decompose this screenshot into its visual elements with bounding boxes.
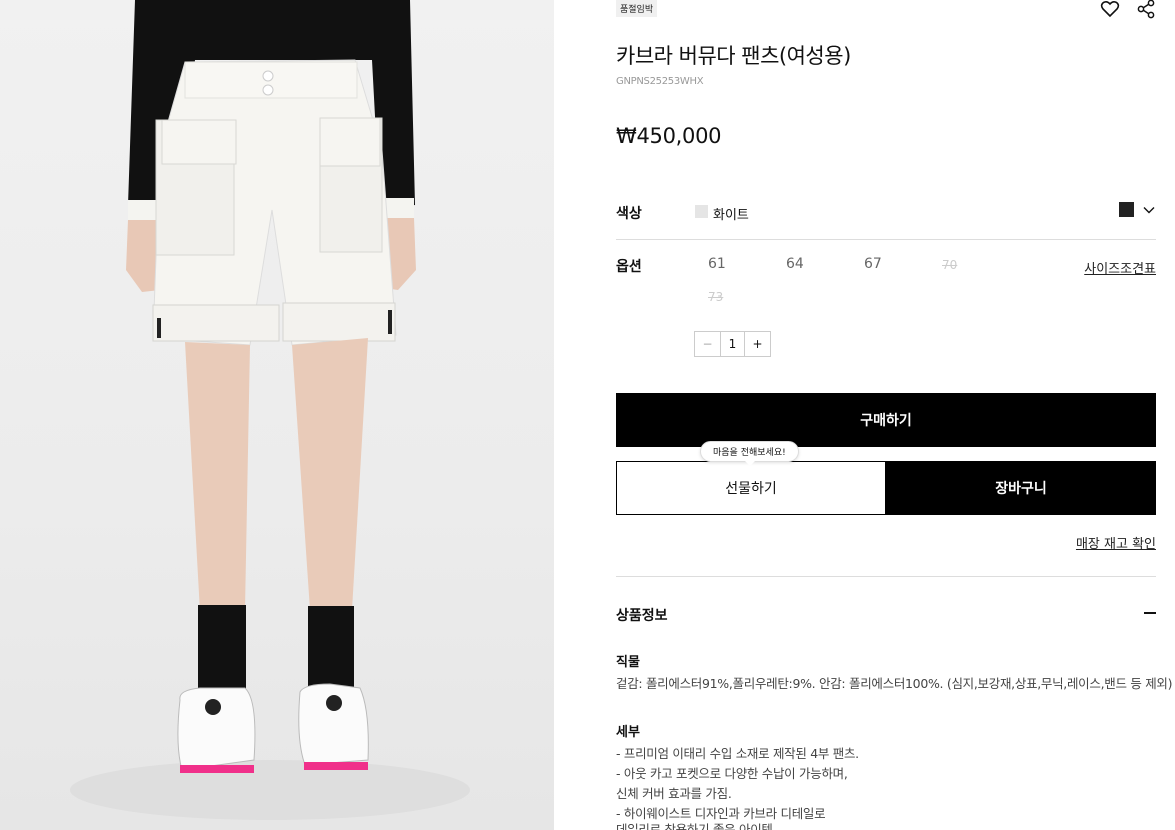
color-name: 화이트 (713, 208, 749, 223)
product-image (0, 0, 554, 830)
detail-line: - 아웃 카고 포켓으로 다양한 수납이 가능하며, (616, 766, 848, 781)
product-title: 카브라 버뮤다 팬츠(여성용) (616, 44, 851, 68)
share-icon[interactable] (1136, 0, 1156, 19)
color-selector[interactable] (1119, 202, 1156, 217)
size-option-70-soldout: 70 (942, 258, 958, 272)
divider (616, 576, 1156, 577)
alt-color-swatch[interactable] (1119, 202, 1134, 217)
low-stock-badge: 품절임박 (616, 0, 658, 17)
detail-line: 데일리로 착용하기 좋은 아이템. (616, 822, 777, 830)
top-actions (1100, 0, 1156, 19)
material-text: 겉감: 폴리에스터91%,폴리우레탄:9%. 안감: 폴리에스터100%. (심… (616, 676, 1173, 691)
product-code: GNPNS25253WHX (616, 76, 704, 87)
option-label: 옵션 (616, 259, 642, 275)
size-option-73-soldout: 73 (708, 290, 724, 304)
detail-line: - 프리미엄 이태리 수입 소재로 제작된 4부 팬츠. (616, 746, 859, 761)
buy-button[interactable]: 구매하기 (616, 393, 1156, 447)
color-chip (695, 205, 708, 218)
quantity-stepper: − 1 + (694, 331, 771, 357)
product-detail-panel: 품절임박 카브라 버뮤다 팬츠(여성용) GNPNS25253WHX ₩450,… (616, 0, 1172, 830)
detail-heading: 세부 (616, 725, 640, 740)
store-stock-link[interactable]: 매장 재고 확인 (1076, 533, 1156, 552)
gift-button[interactable]: 선물하기 (616, 461, 886, 515)
size-chart-link[interactable]: 사이즈조견표 (1084, 258, 1156, 277)
heart-icon[interactable] (1100, 0, 1120, 19)
collapse-icon[interactable] (1144, 612, 1156, 614)
quantity-decrease-button[interactable]: − (695, 332, 720, 356)
product-info-heading[interactable]: 상품정보 (616, 605, 668, 625)
material-heading: 직물 (616, 655, 640, 670)
gift-tooltip: 마음을 전해보세요! (700, 441, 799, 466)
add-to-cart-button[interactable]: 장바구니 (886, 461, 1156, 515)
size-option-61[interactable]: 61 (708, 256, 726, 272)
quantity-increase-button[interactable]: + (745, 332, 770, 356)
color-row: 색상 화이트 (616, 196, 1156, 240)
product-price: ₩450,000 (616, 124, 722, 148)
product-photo-illustration (70, 0, 470, 820)
quantity-value[interactable]: 1 (720, 332, 745, 356)
detail-line: 신체 커버 효과를 가짐. (616, 786, 732, 801)
chevron-down-icon (1143, 206, 1155, 213)
size-option-64[interactable]: 64 (786, 256, 804, 272)
size-option-67[interactable]: 67 (864, 256, 882, 272)
color-label: 색상 (616, 206, 642, 222)
